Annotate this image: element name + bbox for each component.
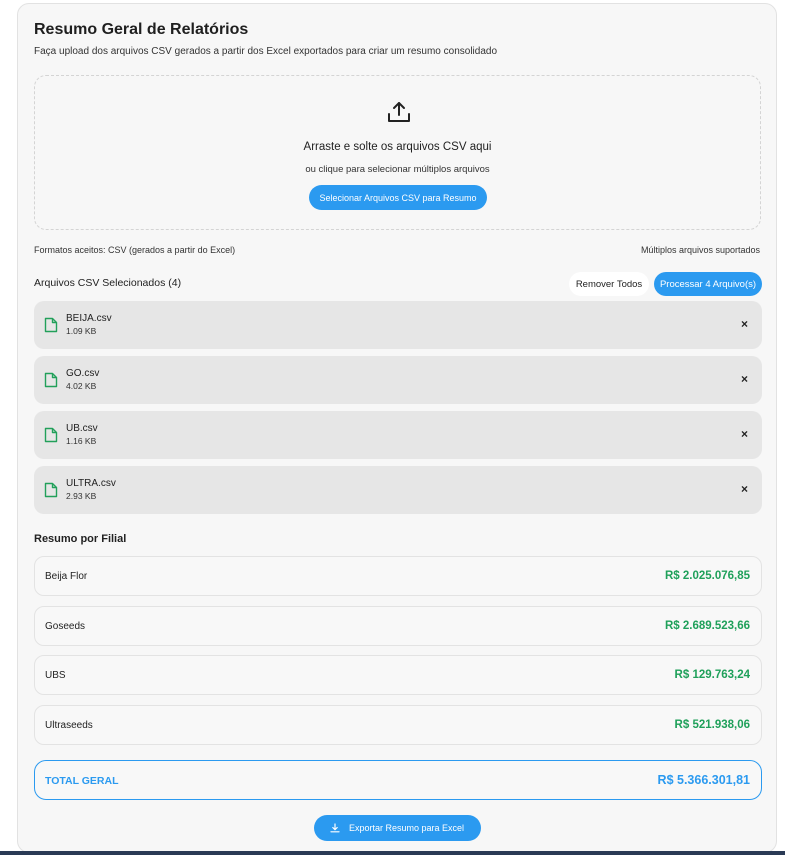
remove-file-icon[interactable]: × (741, 427, 748, 441)
file-item-beija: BEIJA.csv 1.09 KB × (34, 301, 762, 349)
file-size: 1.16 KB (66, 436, 97, 446)
download-icon (330, 823, 340, 833)
remove-all-button[interactable]: Remover Todos (569, 272, 649, 296)
branch-list: Beija Flor R$ 2.025.076,85 Goseeds R$ 2.… (34, 556, 762, 754)
page-subtitle: Faça upload dos arquivos CSV gerados a p… (34, 46, 498, 57)
remove-file-icon[interactable]: × (741, 317, 748, 331)
file-list: BEIJA.csv 1.09 KB × GO.csv 4.02 KB × UB.… (34, 301, 762, 521)
branch-row: Goseeds R$ 2.689.523,66 (34, 605, 762, 646)
file-name: GO.csv (66, 368, 100, 379)
file-size: 4.02 KB (66, 381, 97, 391)
branch-row: UBS R$ 129.763,24 (34, 655, 762, 695)
grand-total-value: R$ 5.366.301,81 (657, 773, 750, 787)
file-icon (44, 427, 58, 443)
branch-value: R$ 521.938,06 (674, 718, 750, 731)
upload-icon (388, 102, 410, 122)
dropzone-sub-text: ou clique para selecionar múltiplos arqu… (305, 164, 490, 175)
process-files-button[interactable]: Processar 4 Arquivo(s) (654, 272, 762, 296)
grand-total-row: TOTAL GERAL R$ 5.366.301,81 (34, 760, 762, 800)
file-item-ub: UB.csv 1.16 KB × (34, 411, 762, 459)
grand-total-label: TOTAL GERAL (45, 775, 119, 787)
file-icon (44, 372, 58, 388)
branch-name: Beija Flor (45, 571, 88, 582)
branch-row: Ultraseeds R$ 521.938,06 (34, 704, 762, 745)
branch-value: R$ 2.025.076,85 (664, 570, 750, 582)
file-item-ultra: ULTRA.csv 2.93 KB × (34, 466, 762, 514)
select-csv-button[interactable]: Selecionar Arquivos CSV para Resumo (309, 185, 487, 210)
accepted-formats-text: Formatos aceitos: CSV (gerados a partir … (34, 245, 236, 255)
selected-files-title: Arquivos CSV Selecionados (4) (34, 277, 182, 289)
report-summary-card: Resumo Geral de Relatórios Faça upload d… (17, 3, 777, 853)
file-icon (44, 482, 58, 498)
branch-value: R$ 129.763,24 (674, 669, 750, 681)
csv-dropzone[interactable]: Arraste e solte os arquivos CSV aqui ou … (34, 75, 761, 230)
branch-name: Goseeds (45, 620, 86, 632)
branch-name: UBS (45, 670, 66, 681)
dropzone-main-text: Arraste e solte os arquivos CSV aqui (303, 141, 492, 153)
file-icon (44, 317, 58, 333)
remove-file-icon[interactable]: × (741, 372, 748, 386)
export-button-label: Exportar Resumo para Excel (349, 823, 465, 833)
export-excel-button[interactable]: Exportar Resumo para Excel (314, 815, 481, 841)
branch-name: Ultraseeds (45, 719, 93, 731)
branch-row: Beija Flor R$ 2.025.076,85 (34, 556, 762, 596)
file-name: ULTRA.csv (66, 478, 116, 489)
file-size: 1.09 KB (66, 326, 97, 336)
branch-summary-title: Resumo por Filial (34, 533, 127, 545)
file-name: UB.csv (66, 423, 98, 434)
multiple-files-text: Múltiplos arquivos suportados (640, 245, 760, 255)
remove-file-icon[interactable]: × (741, 482, 748, 496)
file-size: 2.93 KB (66, 491, 97, 501)
page-title: Resumo Geral de Relatórios (34, 21, 249, 38)
branch-value: R$ 2.689.523,66 (664, 619, 750, 632)
file-item-go: GO.csv 4.02 KB × (34, 356, 762, 404)
window-bottom-bar (0, 851, 785, 855)
file-name: BEIJA.csv (66, 313, 112, 324)
